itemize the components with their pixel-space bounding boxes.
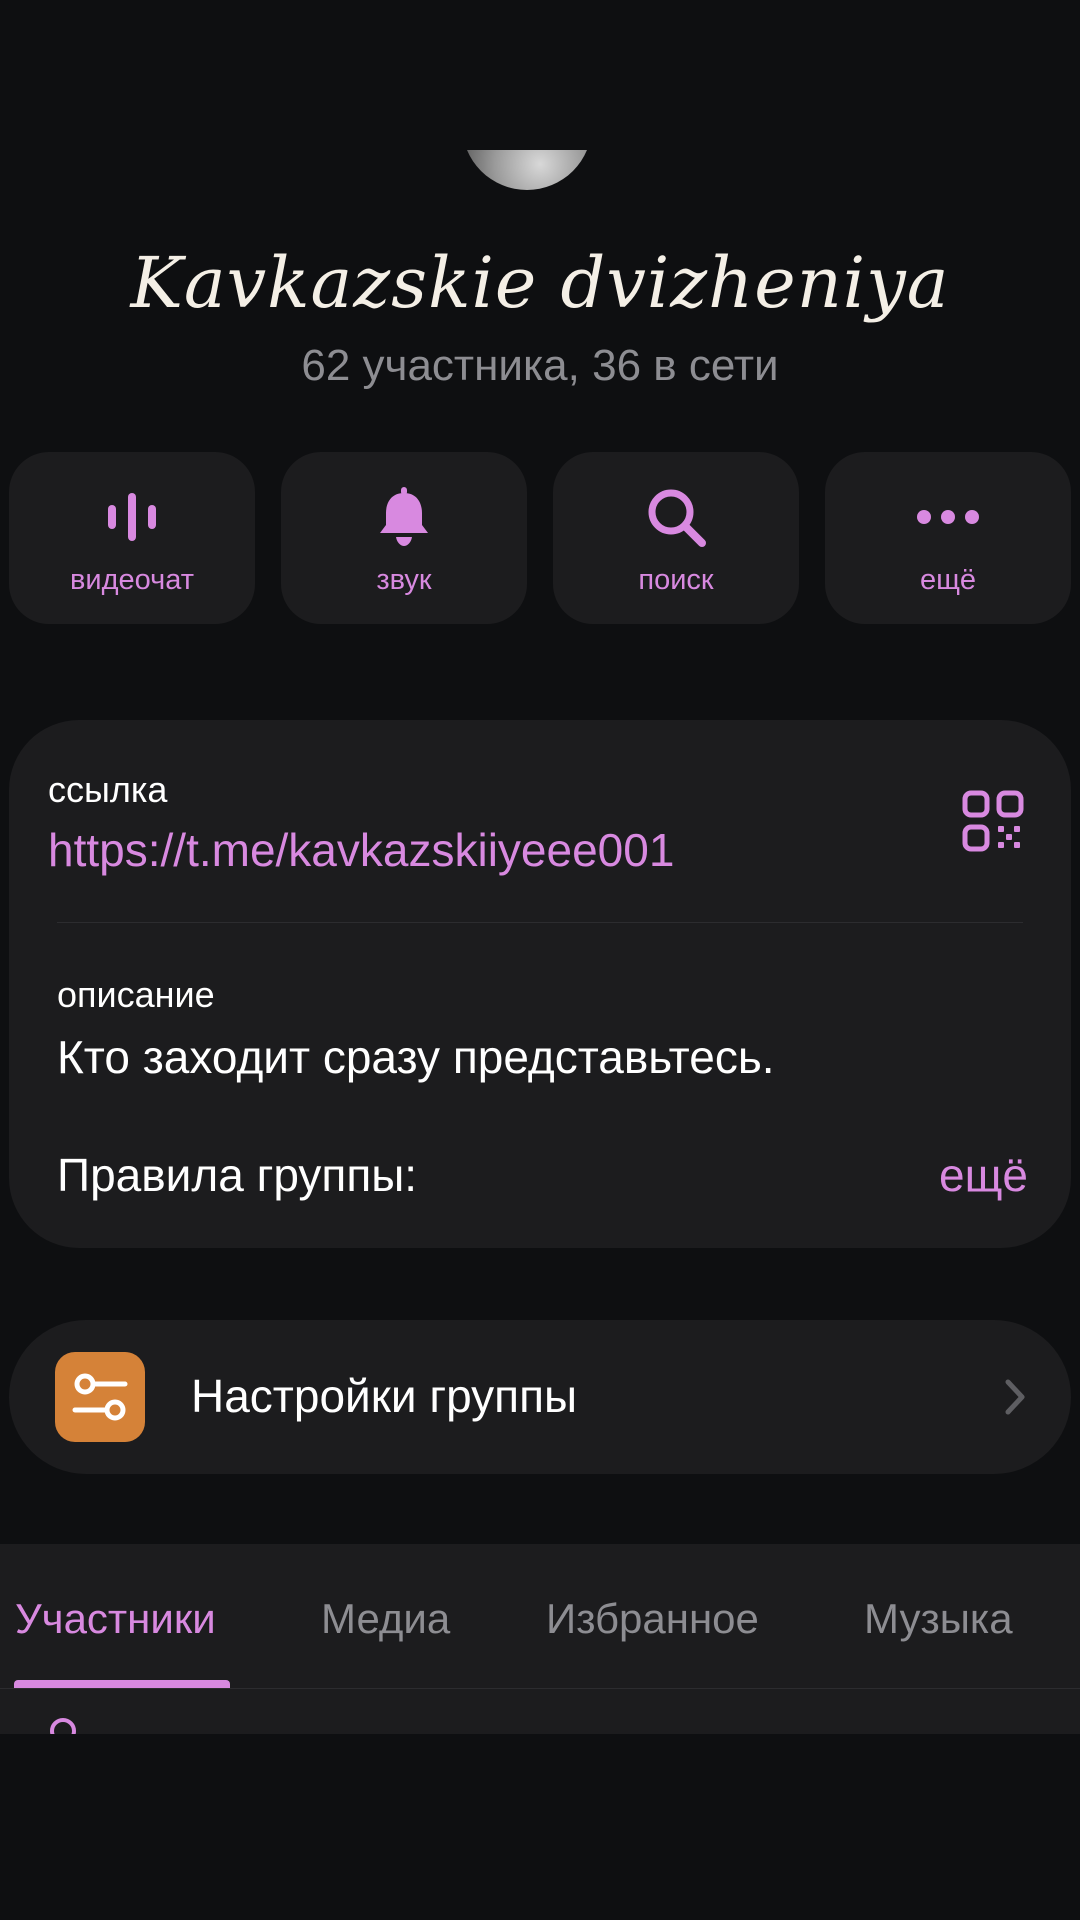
sound-button[interactable]: звук — [281, 452, 527, 624]
active-tab-indicator — [14, 1680, 230, 1688]
qr-code-icon[interactable] — [962, 790, 1024, 852]
show-more-link[interactable]: ещё — [939, 1146, 1028, 1204]
avatar-image — [462, 150, 592, 190]
description-label: описание — [57, 974, 215, 1015]
member-count: 62 участника, 36 в сети — [301, 341, 779, 390]
tab-members[interactable]: Участники — [15, 1592, 216, 1646]
voice-chat-icon — [9, 482, 255, 552]
settings-sliders-icon — [55, 1352, 145, 1442]
tab-media[interactable]: Медиа — [321, 1592, 450, 1646]
media-tabs: Участники Медиа Избранное Музыка — [0, 1544, 1080, 1734]
search-label: поиск — [638, 564, 714, 596]
tab-music[interactable]: Музыка — [864, 1592, 1013, 1646]
bell-icon — [281, 482, 527, 552]
description-text: Кто заходит сразу представьтесь. — [57, 1031, 775, 1083]
group-link[interactable]: https://t.me/kavkazskiiyeee001 — [48, 822, 674, 878]
tabs-divider — [0, 1688, 1080, 1689]
chevron-right-icon — [1003, 1372, 1029, 1422]
add-member-icon[interactable] — [48, 1716, 78, 1734]
group-avatar[interactable] — [462, 150, 592, 210]
tab-favorites[interactable]: Избранное — [546, 1592, 759, 1646]
action-bar: видеочат звук поиск ещё — [9, 452, 1071, 624]
sound-label: звук — [376, 564, 432, 596]
more-label: ещё — [919, 564, 977, 596]
link-label: ссылка — [48, 769, 168, 810]
rules-label: Правила группы: — [57, 1149, 418, 1201]
search-icon — [553, 482, 799, 552]
group-settings-row[interactable]: Настройки группы — [9, 1320, 1071, 1474]
search-button[interactable]: поиск — [553, 452, 799, 624]
more-icon — [825, 482, 1071, 552]
voice-chat-label: видеочат — [69, 564, 195, 596]
more-button[interactable]: ещё — [825, 452, 1071, 624]
voice-chat-button[interactable]: видеочат — [9, 452, 255, 624]
group-settings-label: Настройки группы — [191, 1370, 578, 1422]
group-title: Kavkazskie dvizheniya — [130, 242, 950, 324]
info-divider — [57, 922, 1023, 923]
